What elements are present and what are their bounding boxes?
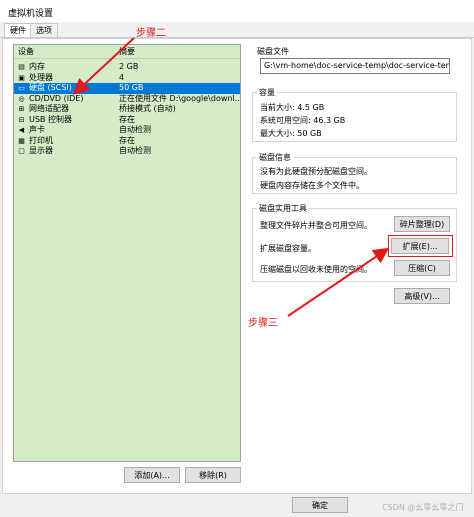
step3-annotation: 步骤三 (248, 318, 278, 329)
step3-arrow (287, 247, 390, 317)
step2-annotation: 步骤二 (136, 28, 166, 39)
ok-button[interactable]: 确定 (292, 497, 348, 513)
watermark: CSDN @幺零幺零之门 (382, 503, 464, 512)
step2-arrow (73, 37, 135, 95)
annotation-arrows (73, 37, 390, 317)
